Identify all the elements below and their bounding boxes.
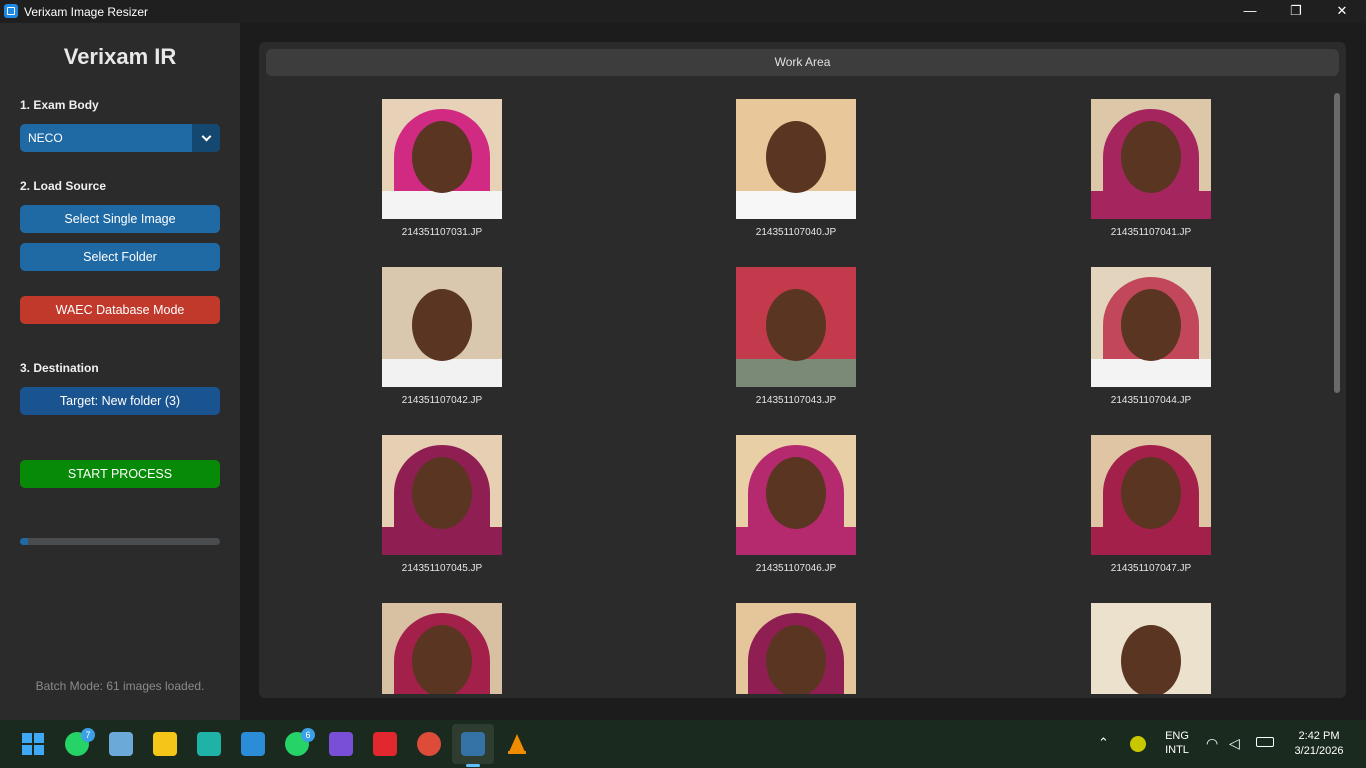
- exam-body-label: 1. Exam Body: [20, 98, 99, 112]
- image-thumbnail-item[interactable]: [716, 603, 876, 694]
- waec-database-mode-button[interactable]: WAEC Database Mode: [20, 296, 220, 324]
- maximize-button[interactable]: ❐: [1273, 0, 1319, 23]
- start-icon[interactable]: [21, 732, 45, 756]
- thumbnail-image: [736, 435, 856, 555]
- taskbar: 7 6 ⌃ ENG INTL ◠ ◁ 2:42 PM 3/21/2026: [0, 720, 1366, 768]
- select-single-image-button[interactable]: Select Single Image: [20, 205, 220, 233]
- wps-office-icon[interactable]: [373, 732, 397, 756]
- thumbnail-image: [1091, 267, 1211, 387]
- volume-icon[interactable]: ◁: [1229, 735, 1240, 752]
- close-button[interactable]: ✕: [1319, 0, 1365, 23]
- app-icon: [4, 4, 18, 18]
- wifi-icon[interactable]: ◠: [1206, 735, 1218, 752]
- minimize-button[interactable]: —: [1227, 0, 1273, 23]
- thumbnail-filename: 214351107045.JP: [401, 563, 483, 574]
- sidebar: Verixam IR 1. Exam Body NECO 2. Load Sou…: [0, 23, 240, 720]
- notification-badge: 6: [301, 728, 315, 742]
- image-thumbnail-item[interactable]: 214351107047.JP: [1071, 435, 1231, 574]
- vlc-icon[interactable]: [505, 732, 529, 756]
- image-thumbnail-item[interactable]: [1071, 603, 1231, 694]
- image-thumbnail-item[interactable]: 214351107031.JP: [362, 99, 522, 238]
- python-icon[interactable]: [461, 732, 485, 756]
- file-explorer-icon[interactable]: [153, 732, 177, 756]
- image-thumbnail-item[interactable]: 214351107043.JP: [716, 267, 876, 406]
- target-folder-button[interactable]: Target: New folder (3): [20, 387, 220, 415]
- thumbnail-filename: 214351107040.JP: [755, 227, 837, 238]
- chevron-up-icon[interactable]: ⌃: [1098, 735, 1109, 751]
- thumbnail-image: [736, 267, 856, 387]
- control-panel-icon[interactable]: [109, 732, 133, 756]
- image-thumbnail-item[interactable]: 214351107040.JP: [716, 99, 876, 238]
- thumbnail-filename: 214351107047.JP: [1110, 563, 1192, 574]
- image-thumbnail-item[interactable]: 214351107044.JP: [1071, 267, 1231, 406]
- start-process-button[interactable]: START PROCESS: [20, 460, 220, 488]
- scrollbar[interactable]: [1334, 93, 1340, 393]
- chevron-down-icon[interactable]: [192, 124, 220, 152]
- active-app-indicator: [466, 764, 480, 767]
- whatsapp-icon[interactable]: 7: [65, 728, 95, 756]
- brand-title: Verixam IR: [63, 44, 177, 69]
- work-area: Work Area 214351107031.JP 214351107040.JP…: [259, 42, 1346, 698]
- progress-fill: [20, 538, 28, 545]
- visual-studio-code-insiders-icon[interactable]: [197, 732, 221, 756]
- thumbnail-image: [382, 267, 502, 387]
- work-area-header: Work Area: [266, 49, 1339, 76]
- visual-studio-icon[interactable]: [329, 732, 353, 756]
- thumbnail-filename: 214351107042.JP: [401, 395, 483, 406]
- notification-badge: 7: [81, 728, 95, 742]
- window-title: Verixam Image Resizer: [24, 5, 149, 19]
- exam-body-value: NECO: [28, 131, 63, 145]
- chrome-icon[interactable]: [417, 732, 441, 756]
- language-code: ENG: [1165, 730, 1189, 742]
- image-thumbnail-item[interactable]: 214351107045.JP: [362, 435, 522, 574]
- battery-icon[interactable]: [1256, 737, 1274, 747]
- image-thumbnail-item[interactable]: 214351107046.JP: [716, 435, 876, 574]
- tray-app-icon[interactable]: [1130, 736, 1146, 752]
- thumbnail-image: [736, 603, 856, 694]
- thumbnail-image: [382, 603, 502, 694]
- date: 3/21/2026: [1294, 745, 1344, 757]
- thumbnail-filename: 214351107031.JP: [401, 227, 483, 238]
- thumbnail-filename: 214351107043.JP: [755, 395, 837, 406]
- thumbnail-image: [382, 99, 502, 219]
- thumbnail-image: [382, 435, 502, 555]
- destination-label: 3. Destination: [20, 361, 99, 375]
- visual-studio-code-icon[interactable]: [241, 732, 265, 756]
- time: 2:42 PM: [1298, 730, 1340, 742]
- load-source-label: 2. Load Source: [20, 179, 107, 193]
- image-thumbnail-item[interactable]: 214351107042.JP: [362, 267, 522, 406]
- keyboard-layout: INTL: [1165, 744, 1189, 756]
- thumbnail-filename: 214351107041.JP: [1110, 227, 1192, 238]
- title-bar: Verixam Image Resizer — ❐ ✕: [0, 0, 1366, 23]
- language-indicator[interactable]: ENG INTL: [1160, 730, 1194, 756]
- clock[interactable]: 2:42 PM 3/21/2026: [1288, 730, 1350, 757]
- thumbnail-image: [1091, 435, 1211, 555]
- whatsapp-business-icon[interactable]: 6: [285, 728, 315, 756]
- image-grid: 214351107031.JP 214351107040.JP 2143511070…: [259, 99, 1329, 694]
- select-folder-button[interactable]: Select Folder: [20, 243, 220, 271]
- progress-bar: [20, 538, 220, 545]
- thumbnail-image: [1091, 603, 1211, 694]
- image-thumbnail-item[interactable]: 214351107041.JP: [1071, 99, 1231, 238]
- thumbnail-image: [736, 99, 856, 219]
- thumbnail-filename: 214351107046.JP: [755, 563, 837, 574]
- image-thumbnail-item[interactable]: [362, 603, 522, 694]
- thumbnail-filename: 214351107044.JP: [1110, 395, 1192, 406]
- status-text: Batch Mode: 61 images loaded.: [35, 679, 205, 693]
- thumbnail-image: [1091, 99, 1211, 219]
- exam-body-select[interactable]: NECO: [20, 124, 220, 152]
